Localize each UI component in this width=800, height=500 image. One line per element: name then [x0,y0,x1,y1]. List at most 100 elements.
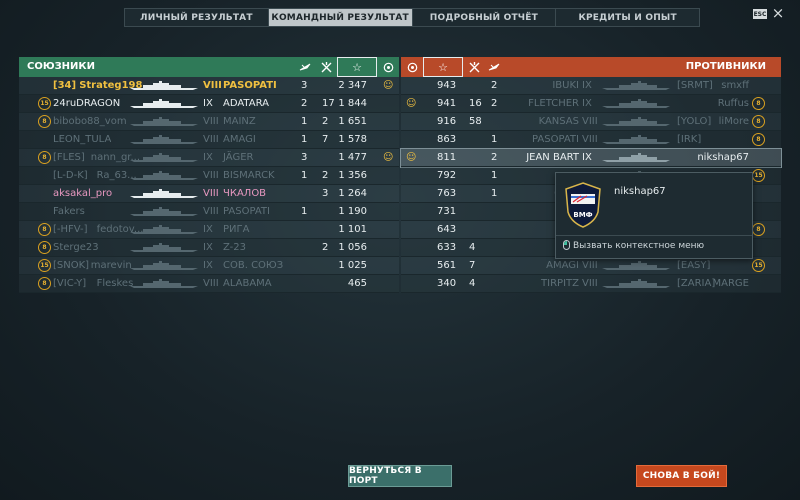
ally-ship-name: РИГА [223,224,250,235]
ally-player-name[interactable]: bibobo88_vom [53,116,127,127]
enemy-row[interactable]: 561 7 AMAGI VIII [EASY] 15 [401,257,781,275]
wreath-icon[interactable] [403,57,421,77]
ally-row[interactable]: 8 [VIC-Y] Fleskes VIII ALABAMA 465 [19,275,399,293]
enemy-frags-count: 58 [469,116,482,127]
ally-ship-tier: VIII [203,278,219,289]
enemy-planes-count: 2 [491,80,498,91]
ally-clan-tag: [34] [53,80,77,91]
ally-player-name[interactable]: aksakal_pro [53,188,112,199]
tab-detailed-report[interactable]: ПОДРОБНЫЙ ОТЧЁТ [413,9,557,26]
frag-icon[interactable] [465,57,483,77]
clan-shield-icon: ВМФ [565,182,601,228]
allies-panel: СОЮЗНИКИ ☆ [34] Strateg198... VIII PASOPATI… [19,57,399,293]
enemy-row[interactable]: 863 1 PASOPATI VIII [IRK] 8 [401,131,781,149]
ally-row[interactable]: 8 bibobo88_vom VIII MAINZ 1 2 1 651 [19,113,399,131]
ally-ship-tier: VIII [203,116,219,127]
tab-credits-xp[interactable]: КРЕДИТЫ И ОПЫТ [556,9,699,26]
ally-ship-name: ALABAMA [223,278,272,289]
enemy-player-name[interactable]: MARGE [713,278,749,289]
enemy-player-name[interactable]: liMore [719,116,749,127]
enemy-player-name[interactable]: Ruffus [718,98,749,109]
plane-kills-icon[interactable] [296,57,314,77]
ship-silhouette-icon [601,116,671,127]
ally-row[interactable]: 8 [-HFV-] fedotov... IX РИГА 1 101 [19,221,399,239]
ally-player-name[interactable]: Sterge23 [53,242,99,253]
enemy-ship-name: TIRPITZ [541,278,579,289]
ally-row[interactable]: LEON_TULA VIII AMAGI 1 7 1 578 [19,131,399,149]
ally-player-name[interactable]: 24ruDRAGON [53,98,120,109]
close-icon[interactable]: × [771,5,785,21]
ally-row[interactable]: [34] Strateg198... VIII PASOPATI 3 2 347 ☺ [19,77,399,95]
ally-row[interactable]: aksakal_pro VIII ЧКАЛОВ 3 1 264 [19,185,399,203]
ally-player-name[interactable]: LEON_TULA [53,134,111,145]
enemy-player-name[interactable]: nikshap67 [697,152,749,163]
enemy-score: 943 [437,80,457,91]
ally-clan-tag: [SNOK] [53,260,90,271]
ship-silhouette-icon [601,152,671,163]
plane-kills-icon[interactable] [485,57,503,77]
enemy-score: 811 [437,152,457,163]
rank-badge-icon: 8 [38,115,51,128]
enemy-score: 792 [437,170,457,181]
enemy-mark-icon: ☺ [406,98,417,109]
ally-row[interactable]: Fakers VIII PASOPATI 1 1 190 [19,203,399,221]
rank-badge-icon: 8 [752,97,765,110]
ally-row[interactable]: 15 24ruDRAGON IX ADATARA 2 17 1 844 [19,95,399,113]
ally-row[interactable]: 8 [FLES] nann_gr... IX JÄGER 3 1 477 ☺ [19,149,399,167]
enemy-ship-name: AMAGI [546,260,579,271]
rank-badge-icon: 15 [38,97,51,110]
enemy-frags-count: 7 [469,260,476,271]
ally-row[interactable]: 8 Sterge23 IX Z-23 2 1 056 [19,239,399,257]
rank-badge-icon: 8 [752,133,765,146]
ally-ship-tier: IX [203,152,213,163]
frag-icon[interactable] [317,57,335,77]
enemy-score: 340 [437,278,457,289]
ally-planes-count: 1 [301,134,308,145]
ally-ship-name: MAINZ [223,116,256,127]
ally-player-name[interactable]: marevin [91,260,132,271]
ship-silhouette-icon [129,260,199,271]
enemy-ship-tier: VIII [582,278,598,289]
enemy-ship-tier: IX [582,98,592,109]
enemy-frags-count: 16 [469,98,482,109]
rank-badge-icon: 8 [38,151,51,164]
tooltip-context-menu-hint: Вызвать контекстное меню [573,241,705,251]
result-tabs: ЛИЧНЫЙ РЕЗУЛЬТАТ КОМАНДНЫЙ РЕЗУЛЬТАТ ПОД… [124,8,700,27]
ally-score: 1 264 [338,188,367,199]
enemy-player-name[interactable]: smxff [721,80,749,91]
allies-title: СОЮЗНИКИ [27,61,95,72]
enemy-row[interactable]: 916 58 KANSAS VIII [YOLO] liMore 8 [401,113,781,131]
ally-clan-tag: [FLES] [53,152,85,163]
ally-score: 1 844 [338,98,367,109]
enemy-ship-name: IBUKI [552,80,579,91]
return-to-port-button[interactable]: ВЕРНУТЬСЯ В ПОРТ [348,465,452,487]
ally-score: 1 477 [338,152,367,163]
ally-clan-tag: [-HFV-] [53,224,88,235]
rank-badge-icon: 8 [752,223,765,236]
rank-badge-icon: 8 [38,277,51,290]
enemy-clan-tag: [SRMT] [677,80,713,91]
enemy-row[interactable]: 943 2 IBUKI IX [SRMT] smxff [401,77,781,95]
ally-row[interactable]: [L-D-K] Ra_63... VIII BISMARCK 1 2 1 356 [19,167,399,185]
ship-silhouette-icon [129,98,199,109]
ally-row[interactable]: 15 [SNOK] marevin IX СОВ. СОЮЗ 1 025 [19,257,399,275]
ally-player-name[interactable]: Fakers [53,206,85,217]
ally-mark-icon: ☺ [383,152,394,163]
ship-silhouette-icon [129,206,199,217]
battle-again-button[interactable]: СНОВА В БОЙ! [636,465,727,487]
ally-ship-tier: VIII [203,206,219,217]
ally-player-name[interactable]: Fleskes [97,278,134,289]
tab-personal-result[interactable]: ЛИЧНЫЙ РЕЗУЛЬТАТ [125,9,269,26]
enemy-row[interactable]: ☺ 941 16 2 FLETCHER IX Ruffus 8 [401,95,781,113]
wreath-icon[interactable] [379,57,397,77]
star-icon[interactable]: ☆ [337,57,377,77]
rank-badge-icon: 15 [752,169,765,182]
enemy-row[interactable]: ☺ 811 2 JEAN BART IX nikshap67 [400,148,782,168]
enemy-row[interactable]: 340 4 TIRPITZ VIII [ZARIA] MARGE [401,275,781,293]
ally-ship-name: AMAGI [223,134,256,145]
tab-team-result[interactable]: КОМАНДНЫЙ РЕЗУЛЬТАТ [268,9,413,26]
enemy-planes-count: 1 [491,170,498,181]
enemy-ship-name: KANSAS [538,116,579,127]
enemies-header: ☆ ПРОТИВНИКИ [401,57,781,77]
star-icon[interactable]: ☆ [423,57,463,77]
